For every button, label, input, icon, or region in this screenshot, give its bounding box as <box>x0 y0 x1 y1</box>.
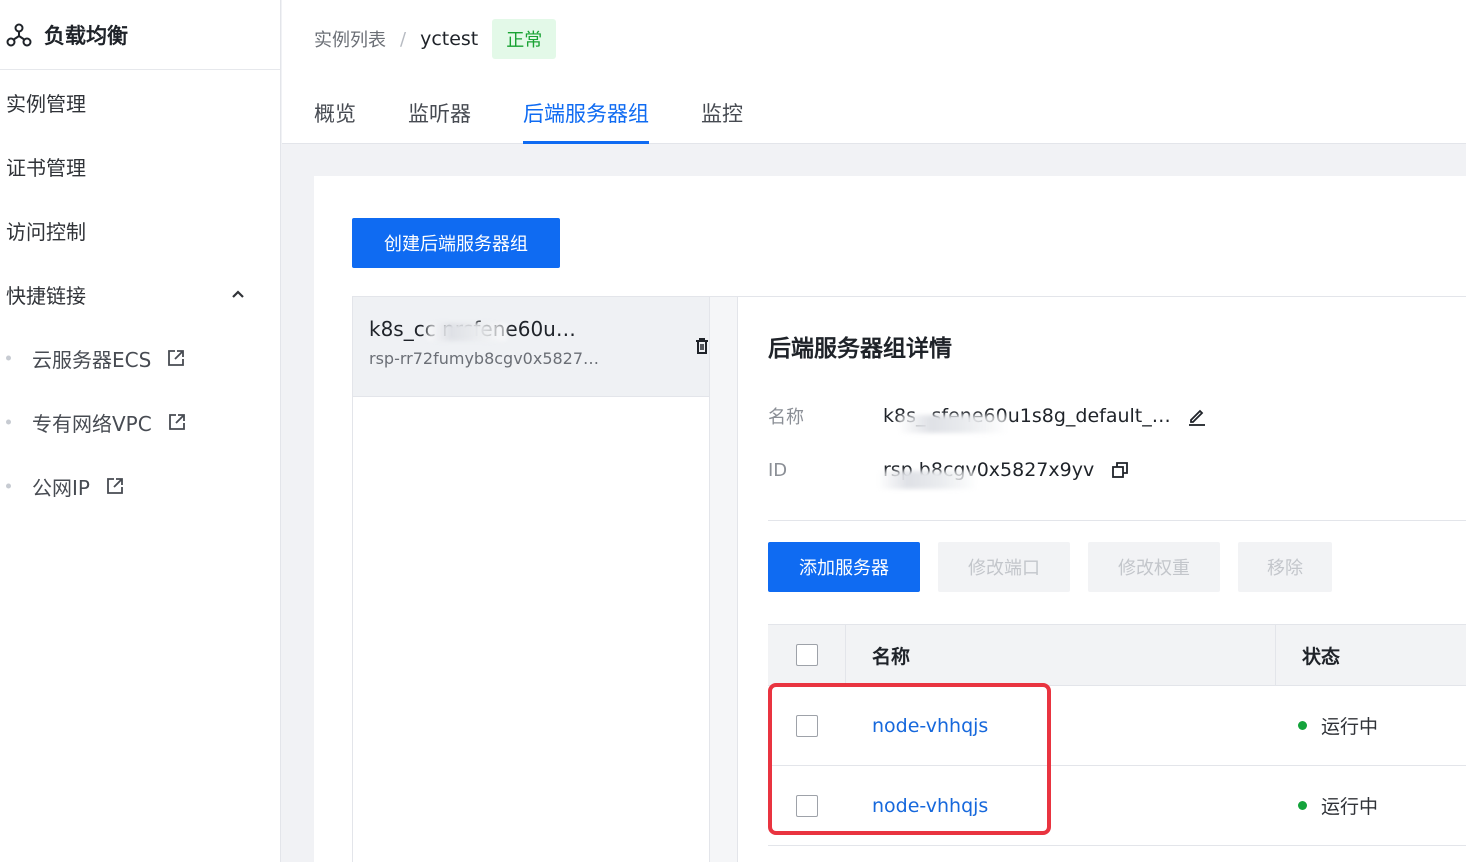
server-name-link[interactable]: node-vhhqjs <box>846 766 1276 845</box>
quick-link-label: 云服务器ECS <box>32 347 152 372</box>
table-row: node-vhhqjs 运行中 <box>768 766 1466 846</box>
table-row: node-vhhqjs 运行中 <box>768 686 1466 766</box>
load-balancer-icon <box>6 22 32 48</box>
server-group-list-item[interactable]: k8s_cc nrsfene60u… rsp-rr72fumyb8cgv0x58… <box>353 297 709 397</box>
header-checkbox-cell <box>768 625 846 685</box>
page-header: 实例列表 / yctest 正常 概览 监听器 后端服务器组 监控 <box>282 0 1466 144</box>
tab-listeners[interactable]: 监听器 <box>408 90 471 144</box>
server-table: 名称 状态 node-vhhqjs 运行中 node-vhhqjs 运行中 <box>768 624 1466 846</box>
quick-link-ecs[interactable]: 云服务器ECS <box>0 326 280 390</box>
copy-icon[interactable] <box>1110 460 1130 480</box>
sidebar-item-label: 实例管理 <box>6 91 86 116</box>
column-header-status: 状态 <box>1302 645 1341 668</box>
status-text: 运行中 <box>1321 796 1379 818</box>
edit-icon[interactable] <box>1187 406 1207 426</box>
trash-icon[interactable] <box>695 337 709 355</box>
tab-backend-server-groups[interactable]: 后端服务器组 <box>523 90 649 144</box>
main-content: 创建后端服务器组 k8s_cc nrsfene60u… rsp-rr72fumy… <box>314 176 1466 862</box>
quick-link-vpc[interactable]: 专有网络VPC <box>0 390 280 454</box>
status-text: 运行中 <box>1321 716 1379 738</box>
add-server-button[interactable]: 添加服务器 <box>768 542 920 592</box>
select-all-checkbox[interactable] <box>795 644 818 666</box>
create-server-group-button[interactable]: 创建后端服务器组 <box>352 218 560 268</box>
server-name-link[interactable]: node-vhhqjs <box>846 686 1276 765</box>
row-checkbox[interactable] <box>796 794 818 817</box>
server-group-detail: 后端服务器组详情 名称 k8s_ sfene60u1s8g_default_… … <box>738 297 1466 862</box>
status-dot-icon <box>1298 801 1307 810</box>
tab-monitoring[interactable]: 监控 <box>701 90 743 144</box>
bullet-dot <box>6 419 11 425</box>
quick-link-label: 专有网络VPC <box>32 411 152 436</box>
id-label: ID <box>768 459 788 481</box>
external-link-icon <box>167 349 185 367</box>
breadcrumb-instance-list[interactable]: 实例列表 <box>314 26 386 52</box>
redaction-blur <box>878 471 978 489</box>
server-group-list: k8s_cc nrsfene60u… rsp-rr72fumyb8cgv0x58… <box>353 297 710 862</box>
breadcrumb-current: yctest <box>420 28 479 50</box>
status-badge: 正常 <box>492 19 557 59</box>
status-dot-icon <box>1298 721 1307 730</box>
sidebar-title: 负载均衡 <box>44 23 128 48</box>
sidebar-item-quick-links[interactable]: 快捷链接 <box>0 262 280 326</box>
server-group-panel: k8s_cc nrsfene60u… rsp-rr72fumyb8cgv0x58… <box>352 296 1466 862</box>
redaction-blur <box>898 415 1008 433</box>
server-group-id: rsp-rr72fumyb8cgv0x5827… <box>369 349 600 368</box>
divider <box>768 520 1466 521</box>
modify-weight-button[interactable]: 修改权重 <box>1088 542 1220 592</box>
row-checkbox-cell <box>768 686 846 765</box>
chevron-up-icon[interactable] <box>232 290 244 298</box>
sidebar-item-access-control[interactable]: 访问控制 <box>0 198 280 262</box>
panel-divider[interactable] <box>710 297 738 862</box>
external-link-icon <box>168 413 186 431</box>
column-header-name: 名称 <box>846 625 1276 685</box>
sidebar-item-certificates[interactable]: 证书管理 <box>0 134 280 198</box>
name-label: 名称 <box>768 407 804 428</box>
remove-button[interactable]: 移除 <box>1238 542 1332 592</box>
bullet-dot <box>6 355 11 361</box>
server-group-name: k8s_cc nrsfene60u… <box>369 317 576 341</box>
server-status: 运行中 <box>1276 686 1378 765</box>
redaction-blur <box>427 323 507 341</box>
modify-port-button[interactable]: 修改端口 <box>938 542 1070 592</box>
quick-link-public-ip[interactable]: 公网IP <box>0 454 280 518</box>
server-actions-toolbar: 添加服务器 修改端口 修改权重 移除 <box>768 542 1350 592</box>
breadcrumb: 实例列表 / yctest 正常 <box>314 19 557 59</box>
breadcrumb-separator: / <box>400 28 407 50</box>
server-status: 运行中 <box>1276 766 1378 845</box>
sidebar-brand: 负载均衡 <box>0 0 280 70</box>
sidebar: 负载均衡 实例管理 证书管理 访问控制 快捷链接 云服务器ECS 专有网络VPC… <box>0 0 281 862</box>
row-checkbox-cell <box>768 766 846 845</box>
tab-overview[interactable]: 概览 <box>314 90 356 144</box>
detail-title: 后端服务器组详情 <box>768 336 952 362</box>
tab-bar: 概览 监听器 后端服务器组 监控 <box>314 90 795 144</box>
sidebar-item-label: 证书管理 <box>6 155 86 180</box>
sidebar-item-instances[interactable]: 实例管理 <box>0 70 280 134</box>
bullet-dot <box>6 483 11 489</box>
table-header: 名称 状态 <box>768 624 1466 686</box>
row-checkbox[interactable] <box>796 714 818 737</box>
external-link-icon <box>106 477 124 495</box>
quick-link-label: 公网IP <box>32 475 90 500</box>
sidebar-item-label: 快捷链接 <box>6 283 86 308</box>
sidebar-item-label: 访问控制 <box>6 219 86 244</box>
